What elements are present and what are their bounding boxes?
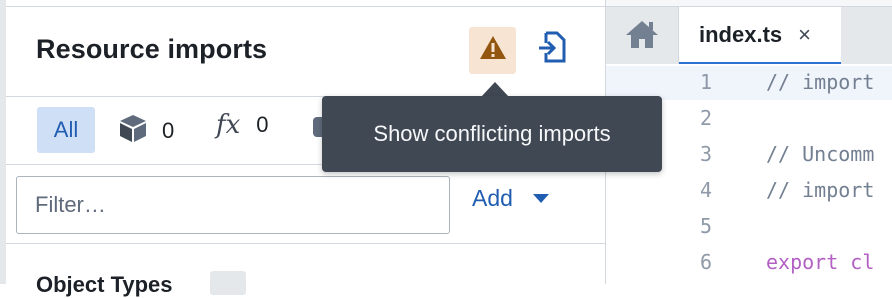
close-icon[interactable]: × (798, 22, 811, 48)
line-number: 4 (699, 178, 712, 202)
filter-object-types-button[interactable]: 0 (118, 113, 174, 148)
section-count-badge (210, 271, 246, 295)
warning-icon (479, 35, 507, 66)
section-header: Object Types (6, 244, 605, 297)
line-text: // import (766, 70, 875, 94)
section-label: Object Types (36, 272, 173, 297)
line-text: export cl (766, 250, 875, 274)
home-icon (625, 19, 659, 54)
function-icon: fx (216, 110, 241, 140)
object-count: 0 (162, 117, 175, 143)
line-text: // Uncomm (766, 142, 875, 166)
editor-tab-bar: index.ts × (606, 6, 892, 65)
code-line: 4 // import (606, 174, 892, 208)
tab-index-ts[interactable]: index.ts × (679, 7, 841, 65)
caret-down-icon (532, 194, 549, 203)
tooltip-text: Show conflicting imports (373, 121, 611, 146)
code-line: 5 (606, 210, 892, 244)
code-line: 1 // import (606, 66, 892, 100)
function-count: 0 (256, 112, 269, 137)
panel-header: Resource imports (6, 6, 605, 97)
add-button[interactable]: Add (472, 185, 549, 212)
line-text: // import (766, 178, 875, 202)
cube-icon (118, 113, 148, 148)
tooltip-arrow (481, 82, 509, 97)
line-number: 2 (699, 106, 712, 130)
filter-functions-button[interactable]: fx 0 (216, 110, 269, 140)
filter-all-button[interactable]: All (37, 107, 95, 153)
import-resource-button[interactable] (532, 29, 572, 69)
search-row: Add (6, 165, 605, 244)
show-conflicts-button[interactable] (469, 27, 516, 74)
filter-input[interactable] (16, 176, 450, 234)
home-tab[interactable] (606, 7, 679, 65)
line-number: 1 (699, 70, 712, 94)
line-number: 5 (699, 214, 712, 238)
panel-title: Resource imports (36, 34, 268, 64)
code-line: 6 export cl (606, 246, 892, 280)
import-resource-icon (538, 31, 566, 68)
line-number: 3 (699, 142, 712, 166)
tab-file-name: index.ts (699, 21, 783, 47)
conflicts-tooltip: Show conflicting imports (322, 96, 662, 172)
line-number: 6 (699, 250, 712, 274)
add-label: Add (472, 185, 513, 211)
